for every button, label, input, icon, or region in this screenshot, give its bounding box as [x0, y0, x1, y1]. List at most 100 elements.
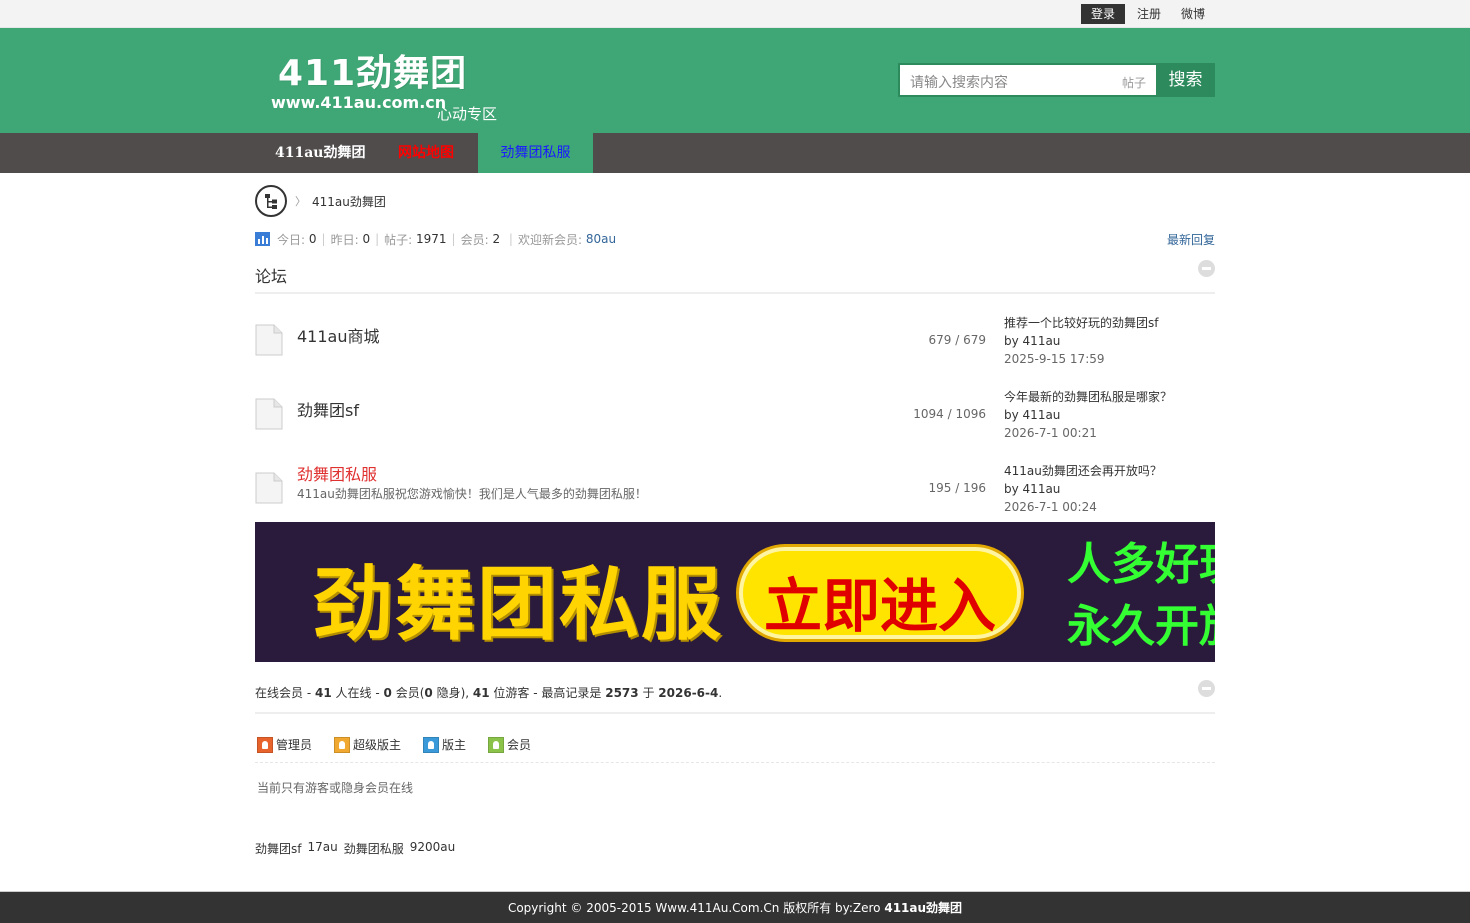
online-record-label: 于	[642, 686, 655, 700]
login-link[interactable]: 登录	[1080, 4, 1125, 24]
banner-slogan-line2: 永久开放	[1067, 601, 1215, 652]
forum-description: 411au劲舞团私服祝您游戏愉快！我们是人气最多的劲舞团私服！	[297, 487, 647, 501]
forum-name-link[interactable]: 劲舞团sf	[297, 397, 359, 421]
nav-item-home[interactable]: 411au劲舞团	[275, 133, 365, 173]
promo-banner[interactable]: 劲舞团私服 立即进入 人多好玩 永久开放	[255, 522, 1215, 662]
online-divider	[255, 712, 1215, 714]
sitemap-icon	[265, 194, 277, 209]
online-total-label: 人在线	[335, 686, 372, 700]
last-post-user-link[interactable]: 411au	[1023, 334, 1061, 348]
online-hidden-label: 隐身),	[436, 686, 470, 700]
nav-item-sitemap[interactable]: 网站地图	[398, 133, 454, 173]
friend-link[interactable]: 劲舞团sf	[255, 840, 301, 857]
forum-post-count: 195 / 196	[928, 481, 986, 495]
last-post-user-link[interactable]: 411au	[1023, 482, 1061, 496]
stat-welcome-label: 欢迎新会员:	[517, 232, 583, 247]
latest-replies-link[interactable]: 最新回复	[1167, 231, 1215, 248]
footer-brand-link[interactable]: 411au劲舞团	[884, 901, 962, 915]
member-legend: 管理员 超级版主 版主 会员	[257, 736, 553, 753]
section-title: 论坛	[255, 267, 288, 286]
stat-today-value: 0	[308, 232, 317, 246]
stat-yesterday-value: 0	[362, 232, 371, 246]
super-moderator-icon	[334, 736, 351, 753]
logo-title[interactable]: 411劲舞团	[278, 44, 467, 96]
forum-last-post: 推荐一个比较好玩的劲舞团sf by 411au 2025-9-15 17:59	[1004, 314, 1158, 368]
breadcrumb-separator: 〉	[295, 195, 306, 208]
logo-url[interactable]: www.411au.com.cn	[271, 93, 446, 112]
search-button[interactable]: 搜索	[1156, 63, 1215, 97]
legend-admin: 管理员	[257, 736, 312, 753]
stat-today-label: 今日:	[277, 232, 306, 247]
online-guests: 41	[472, 686, 490, 700]
top-links: 登录 注册 微博	[1080, 4, 1215, 24]
newest-member-link[interactable]: 80au	[586, 232, 616, 246]
weibo-link[interactable]: 微博	[1171, 4, 1215, 24]
online-record: 2573	[605, 686, 639, 700]
online-members-label: 会员(	[395, 686, 425, 700]
legend-super-moderator-label: 超级版主	[353, 738, 402, 752]
logo-subtitle: 心动专区	[437, 105, 498, 123]
nav-item-private-server[interactable]: 劲舞团私服	[478, 133, 593, 173]
banner-title: 劲舞团私服	[313, 558, 723, 651]
section-divider	[255, 292, 1215, 294]
legend-admin-label: 管理员	[276, 738, 313, 752]
top-bar: 登录 注册 微博	[0, 0, 1470, 28]
breadcrumb-current[interactable]: 411au劲舞团	[312, 193, 386, 210]
online-summary: 在线会员 - 41 人在线 - 0 会员(0 隐身), 41 位游客 - 最高记…	[255, 686, 723, 700]
online-members: 0	[383, 686, 392, 700]
friend-link[interactable]: 9200au	[410, 840, 456, 857]
forum-name-link[interactable]: 劲舞团私服	[297, 461, 377, 485]
forum-row: 劲舞团sf 1094 / 1096 今年最新的劲舞团私服是哪家？ by 411a…	[255, 378, 1215, 448]
banner-enter-button[interactable]: 立即进入	[739, 547, 1021, 640]
last-post-time: 2026-7-1 00:21	[1004, 426, 1097, 440]
member-icon	[488, 736, 505, 753]
search-input[interactable]: 请输入搜索内容 帖子	[898, 63, 1156, 97]
by-label: by	[1004, 334, 1019, 348]
search-bar: 请输入搜索内容 帖子 搜索	[898, 63, 1215, 97]
by-label: by	[1004, 482, 1019, 496]
search-scope-select[interactable]: 帖子	[1122, 74, 1146, 91]
friend-link[interactable]: 17au	[307, 840, 337, 857]
banner-slogan: 人多好玩 永久开放	[1067, 534, 1215, 658]
stat-posts-label: 帖子:	[384, 232, 413, 247]
collapse-online-icon[interactable]	[1198, 680, 1215, 697]
stat-members-label: 会员:	[460, 232, 489, 247]
forum-last-post: 411au劲舞团还会再开放吗？ by 411au 2026-7-1 00:24	[1004, 462, 1162, 516]
collapse-forum-icon[interactable]	[1198, 260, 1215, 277]
register-link[interactable]: 注册	[1127, 4, 1171, 24]
online-label[interactable]: 在线会员	[255, 686, 303, 700]
legend-divider	[255, 762, 1215, 763]
online-guests-label: 位游客 - 最高记录是	[493, 686, 602, 700]
last-post-user-link[interactable]: 411au	[1023, 408, 1061, 422]
forum-name-link[interactable]: 411au商城	[297, 323, 380, 347]
forum-post-count: 679 / 679	[928, 333, 986, 347]
banner-button-label: 立即进入	[763, 572, 996, 640]
friend-link[interactable]: 劲舞团私服	[344, 840, 404, 857]
last-post-time: 2026-7-1 00:24	[1004, 500, 1097, 514]
stats-chart-icon	[255, 232, 270, 246]
legend-moderator: 版主	[423, 736, 466, 753]
home-icon[interactable]	[255, 185, 287, 217]
search-placeholder: 请输入搜索内容	[910, 75, 1008, 91]
stat-members-value: 2	[492, 232, 501, 246]
footer-copyright: Copyright © 2005-2015 Www.411Au.Com.Cn 版…	[507, 901, 881, 915]
moderator-icon	[423, 736, 440, 753]
admin-icon	[257, 736, 273, 753]
online-hidden: 0	[424, 686, 433, 700]
site-header: 411劲舞团 www.411au.com.cn 心动专区 请输入搜索内容 帖子 …	[0, 28, 1470, 133]
last-post-title-link[interactable]: 推荐一个比较好玩的劲舞团sf	[1004, 314, 1158, 332]
banner-slogan-line1: 人多好玩	[1067, 539, 1215, 590]
legend-moderator-label: 版主	[442, 738, 467, 752]
last-post-title-link[interactable]: 411au劲舞团还会再开放吗？	[1004, 462, 1162, 480]
forum-stats: 今日: 0 | 昨日: 0 | 帖子: 1971 | 会员: 2 | 欢迎新会员…	[255, 231, 1215, 247]
legend-member-label: 会员	[507, 738, 532, 752]
online-record-date: 2026-6-4	[658, 686, 719, 700]
forum-page-icon	[255, 398, 283, 430]
forum-row: 411au商城 679 / 679 推荐一个比较好玩的劲舞团sf by 411a…	[255, 304, 1215, 374]
main-nav: 411au劲舞团 网站地图 劲舞团私服	[0, 133, 1470, 173]
online-total: 41	[314, 686, 332, 700]
last-post-title-link[interactable]: 今年最新的劲舞团私服是哪家？	[1004, 388, 1172, 406]
by-label: by	[1004, 408, 1019, 422]
forum-page-icon	[255, 324, 283, 356]
stat-posts-value: 1971	[416, 232, 447, 246]
